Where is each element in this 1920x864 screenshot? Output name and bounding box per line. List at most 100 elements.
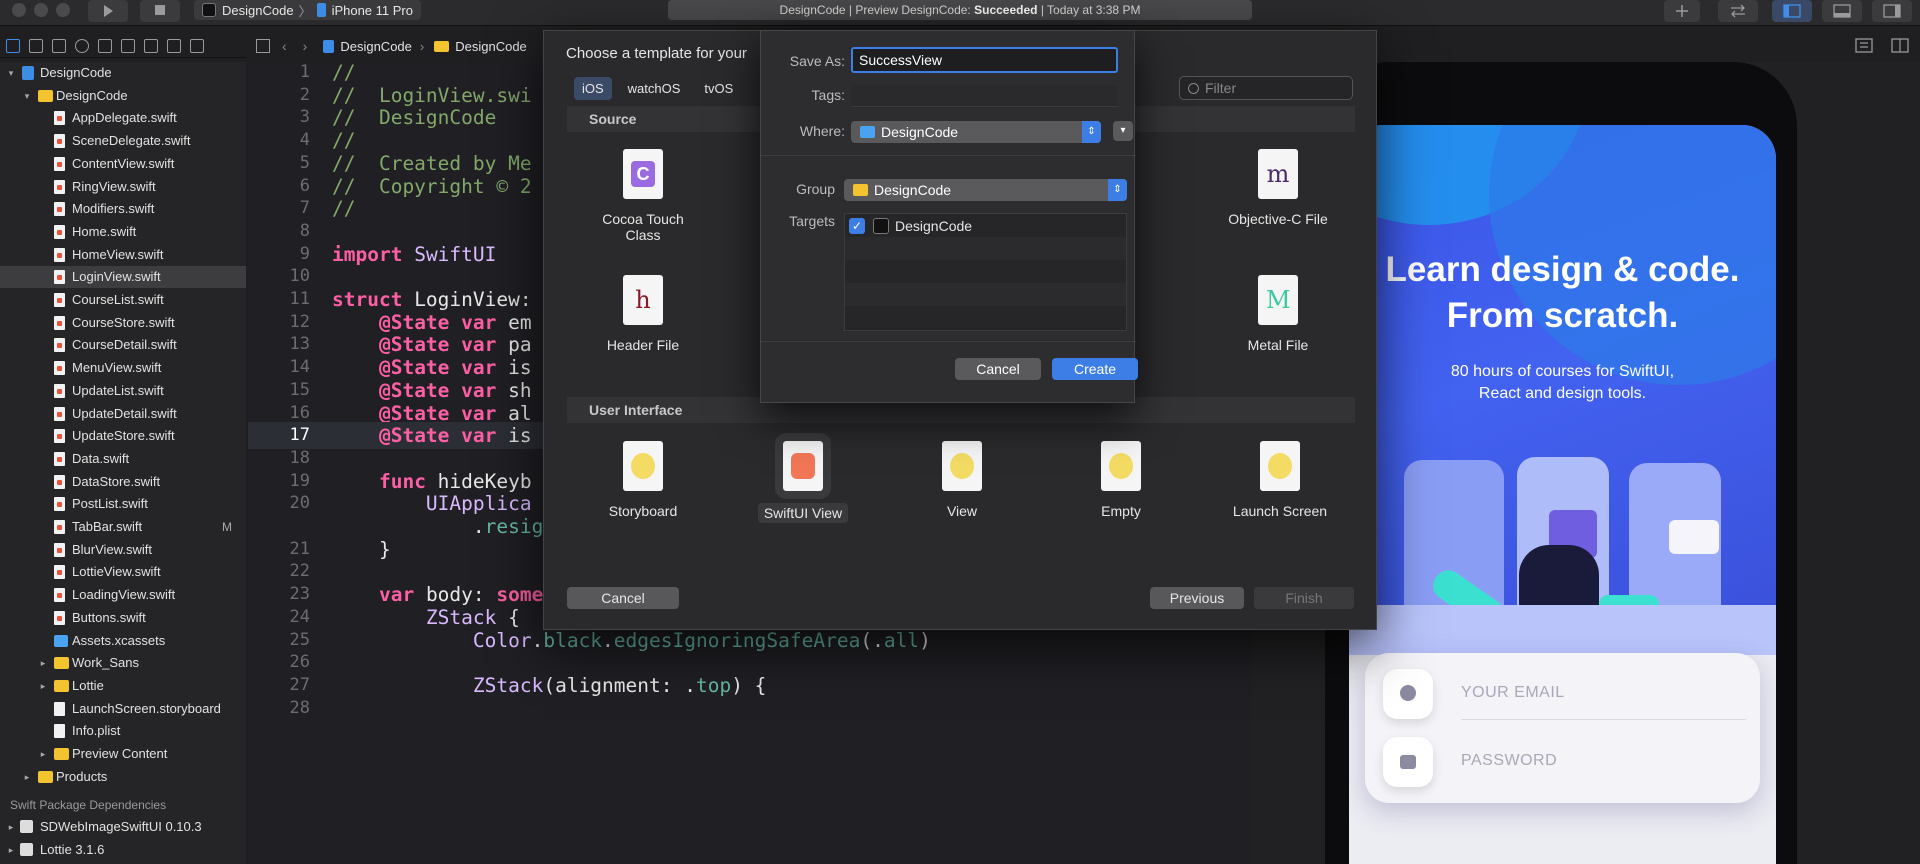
navigator-item[interactable]: UpdateList.swift <box>0 380 246 402</box>
symbol-navigator-icon[interactable] <box>52 38 66 53</box>
scheme-selector[interactable]: DesignCode 〉 iPhone 11 Pro <box>194 0 421 20</box>
disclosure-closed-icon[interactable]: ▸ <box>38 743 48 765</box>
save-as-field[interactable] <box>851 47 1118 73</box>
tab-watchos[interactable]: watchOS <box>620 77 689 100</box>
navigator-selector-bar <box>0 34 246 58</box>
navigator-item[interactable]: SceneDelegate.swift <box>0 130 246 152</box>
toggle-debug-button[interactable] <box>1822 0 1862 22</box>
navigator-item[interactable]: LoadingView.swift <box>0 584 246 606</box>
finish-button[interactable]: Finish <box>1254 587 1354 609</box>
source-control-icon[interactable] <box>29 38 43 53</box>
navigator-item[interactable]: TabBar.swift M <box>0 516 246 538</box>
navigator-item[interactable]: AppDelegate.swift <box>0 107 246 129</box>
navigator-item[interactable]: ContentView.swift <box>0 153 246 175</box>
find-navigator-icon[interactable] <box>75 38 89 53</box>
target-row[interactable]: ✓ DesignCode <box>849 217 972 235</box>
template-view[interactable]: View <box>902 441 1022 519</box>
project-navigator-icon[interactable] <box>6 38 20 53</box>
filter-field[interactable]: Filter <box>1179 76 1353 100</box>
back-arrow-icon[interactable]: ‹ <box>282 38 287 54</box>
jumpbar-folder[interactable]: DesignCode <box>455 39 527 54</box>
disclosure-closed-icon[interactable]: ▸ <box>6 839 16 861</box>
template-swiftui-view[interactable]: SwiftUI View <box>743 433 863 523</box>
checkbox-checked-icon[interactable]: ✓ <box>849 218 865 234</box>
navigator-item[interactable]: RingView.swift <box>0 176 246 198</box>
email-field[interactable]: YOUR EMAIL <box>1461 684 1565 702</box>
navigator-item[interactable]: UpdateStore.swift <box>0 425 246 447</box>
navigator-item[interactable]: Modifiers.swift <box>0 198 246 220</box>
template-storyboard[interactable]: Storyboard <box>583 441 703 519</box>
expand-chevron-icon[interactable]: ▾ <box>1113 121 1133 141</box>
issue-navigator-icon[interactable] <box>98 38 112 53</box>
navigator-item[interactable]: LottieView.swift <box>0 561 246 583</box>
related-items-icon[interactable] <box>256 39 270 53</box>
stop-button[interactable] <box>140 0 180 22</box>
tab-ios[interactable]: iOS <box>574 76 612 100</box>
navigator-item[interactable]: UpdateDetail.swift <box>0 403 246 425</box>
navigator-item[interactable]: ▸ Work_Sans <box>0 652 246 674</box>
tab-tvos[interactable]: tvOS <box>696 77 741 100</box>
navigator-item[interactable]: DataStore.swift <box>0 471 246 493</box>
template-empty[interactable]: Empty <box>1061 441 1181 519</box>
scm-status-badge: M <box>222 520 232 534</box>
package-item[interactable]: ▸ Lottie 3.1.6 <box>0 839 246 861</box>
navigator-item[interactable]: Home.swift <box>0 221 246 243</box>
forward-arrow-icon[interactable]: › <box>303 38 308 54</box>
navigator-item[interactable]: MenuView.swift <box>0 357 246 379</box>
navigator-item[interactable]: HomeView.swift <box>0 244 246 266</box>
run-button[interactable] <box>88 0 128 22</box>
cancel-button[interactable]: Cancel <box>567 587 679 609</box>
navigator-item[interactable]: ▸ Lottie <box>0 675 246 697</box>
add-library-button[interactable] <box>1664 0 1700 22</box>
package-label: Lottie 3.1.6 <box>40 842 105 858</box>
disclosure-closed-icon[interactable]: ▸ <box>6 816 16 838</box>
where-popup[interactable]: DesignCode ⇕ <box>851 121 1101 143</box>
navigator-item[interactable]: LaunchScreen.storyboard <box>0 698 246 720</box>
navigator-item[interactable]: Buttons.swift <box>0 607 246 629</box>
template-objective-c-file[interactable]: m Objective-C File <box>1218 149 1338 227</box>
cancel-button[interactable]: Cancel <box>955 358 1041 380</box>
password-field[interactable]: PASSWORD <box>1461 752 1557 770</box>
adjust-editor-icon[interactable] <box>1836 34 1920 58</box>
disclosure-closed-icon[interactable]: ▸ <box>38 652 48 674</box>
disclosure-open-icon[interactable]: ▾ <box>6 62 16 84</box>
template-launch-screen[interactable]: Launch Screen <box>1220 441 1340 519</box>
debug-navigator-icon[interactable] <box>144 38 158 53</box>
navigator-item[interactable]: ▾ DesignCode <box>0 62 246 84</box>
jumpbar-project[interactable]: DesignCode <box>340 39 412 54</box>
navigator-item[interactable]: ▸ Products <box>0 766 246 788</box>
navigator-item[interactable]: BlurView.swift <box>0 539 246 561</box>
navigator-item[interactable]: CourseStore.swift <box>0 312 246 334</box>
navigator-item[interactable]: Data.swift <box>0 448 246 470</box>
template-glyph-icon: C <box>631 161 655 187</box>
navigator-item[interactable]: PostList.swift <box>0 493 246 515</box>
package-item[interactable]: ▸ SDWebImageSwiftUI 0.10.3 <box>0 816 246 838</box>
disclosure-closed-icon[interactable]: ▸ <box>38 675 48 697</box>
zoom-window-button[interactable] <box>56 3 70 17</box>
code-line[interactable]: 28 <box>248 695 1252 722</box>
previous-button[interactable]: Previous <box>1150 587 1244 609</box>
test-navigator-icon[interactable] <box>121 38 135 53</box>
breakpoint-navigator-icon[interactable] <box>167 38 181 53</box>
template-metal-file[interactable]: M Metal File <box>1218 275 1338 353</box>
report-navigator-icon[interactable] <box>190 38 204 53</box>
navigator-item[interactable]: ▾ DesignCode <box>0 85 246 107</box>
code-review-button[interactable] <box>1718 0 1758 22</box>
disclosure-closed-icon[interactable]: ▸ <box>22 766 32 788</box>
template-cocoa-touch-class[interactable]: C Cocoa Touch Class <box>583 149 703 243</box>
disclosure-open-icon[interactable]: ▾ <box>22 85 32 107</box>
navigator-item[interactable]: Info.plist <box>0 720 246 742</box>
navigator-item[interactable]: CourseList.swift <box>0 289 246 311</box>
template-header-file[interactable]: h Header File <box>583 275 703 353</box>
navigator-item[interactable]: CourseDetail.swift <box>0 334 246 356</box>
navigator-item[interactable]: ▸ Preview Content <box>0 743 246 765</box>
minimize-window-button[interactable] <box>34 3 48 17</box>
toggle-navigator-button[interactable] <box>1772 0 1812 22</box>
navigator-item[interactable]: Assets.xcassets <box>0 630 246 652</box>
create-button[interactable]: Create <box>1052 358 1138 380</box>
close-window-button[interactable] <box>12 3 26 17</box>
group-popup[interactable]: DesignCode ⇕ <box>844 179 1127 201</box>
navigator-item[interactable]: LoginView.swift <box>0 266 246 289</box>
tags-field[interactable] <box>851 85 1118 107</box>
toggle-inspector-button[interactable] <box>1872 0 1912 22</box>
